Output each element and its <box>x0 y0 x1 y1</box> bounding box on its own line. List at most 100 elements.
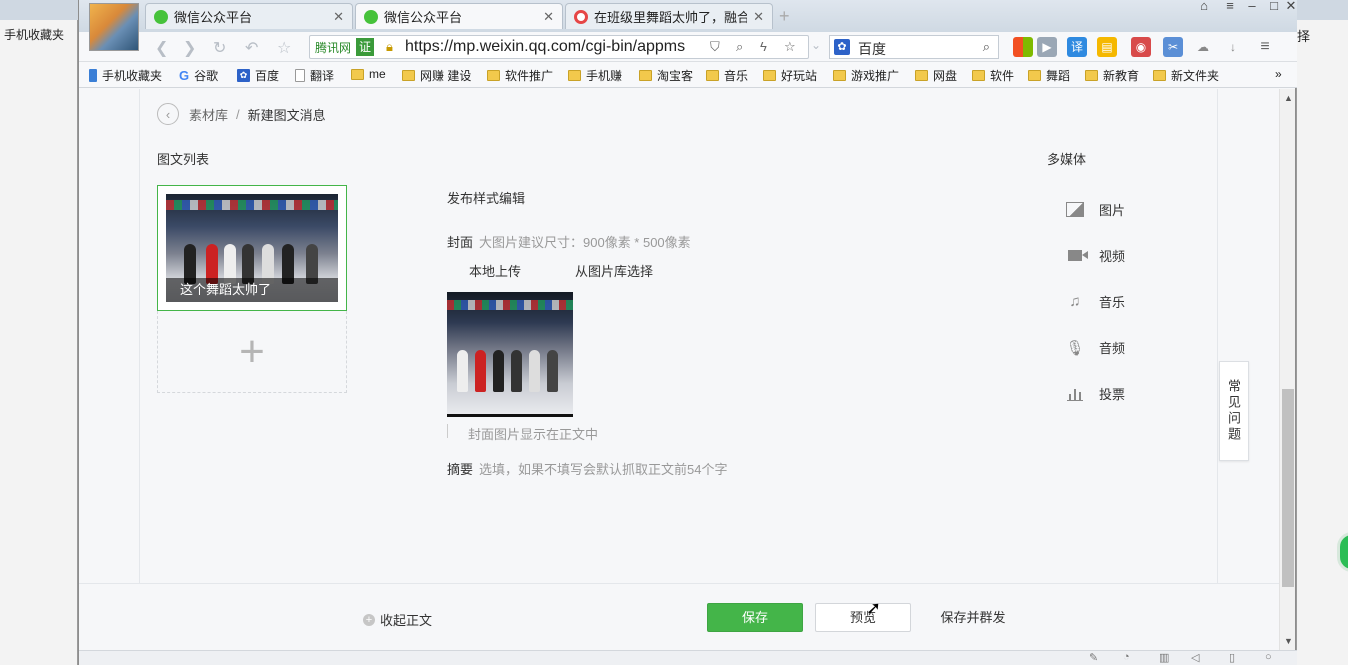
page-viewport: ‹ 素材库 / 新建图文消息 图文列表 这个舞蹈太帅了 + 发布样式编辑 封面 <box>79 89 1279 649</box>
back-circle-icon[interactable]: ‹ <box>157 103 179 125</box>
search-box[interactable]: ✿ 百度 ⌕ <box>829 35 999 59</box>
favorite-folder[interactable]: 新文件夹 <box>1153 67 1219 84</box>
background-titlebar <box>0 0 78 20</box>
tab-video[interactable]: 在班级里舞蹈太帅了，融合好 ✕ <box>565 3 773 29</box>
favorite-folder[interactable]: 淘宝客 <box>639 67 693 84</box>
scroll-up-icon[interactable]: ▲ <box>1284 93 1293 103</box>
certificate-icon[interactable]: 证 <box>356 38 374 56</box>
choose-from-library-button[interactable]: 从图片库选择 <box>575 261 653 280</box>
breadcrumb-current: 新建图文消息 <box>247 107 326 123</box>
translate-icon[interactable]: 译 <box>1067 37 1087 57</box>
user-avatar[interactable] <box>89 3 139 51</box>
scroll-down-icon[interactable]: ▼ <box>1284 636 1293 646</box>
tab-wechat-1[interactable]: 微信公众平台 ✕ <box>145 3 353 29</box>
favorite-folder[interactable]: 游戏推广 <box>833 67 899 84</box>
media-label: 投票 <box>1099 387 1126 402</box>
menu-icon[interactable]: ≡ <box>1219 0 1241 12</box>
save-button[interactable]: 保存 <box>707 603 803 632</box>
favorite-folder[interactable]: 软件推广 <box>487 67 553 84</box>
media-item-image[interactable]: 图片 <box>1065 200 1125 219</box>
shield-icon[interactable]: ⛉ <box>710 39 720 55</box>
baidu-icon: ✿ <box>237 69 250 82</box>
folder-icon <box>915 70 928 81</box>
tab-wechat-2[interactable]: 微信公众平台 ✕ <box>355 3 563 29</box>
apps-icon[interactable] <box>1013 37 1033 57</box>
home-icon[interactable]: ⌂ <box>1193 0 1215 12</box>
favorite-google[interactable]: G 谷歌 <box>179 67 218 84</box>
shield-ext-icon[interactable]: ◉ <box>1131 37 1151 57</box>
media-label: 图片 <box>1099 203 1126 218</box>
favorite-folder[interactable]: 舞蹈 <box>1028 67 1070 84</box>
media-item-audio[interactable]: 🎙︎ 音频 <box>1065 338 1125 357</box>
tab-label: 微信公众平台 <box>174 10 253 25</box>
favorite-folder[interactable]: 好玩站 <box>763 67 817 84</box>
favorite-folder[interactable]: me <box>351 67 386 81</box>
media-item-vote[interactable]: 投票 <box>1065 384 1125 403</box>
collapse-body-button[interactable]: + 收起正文 <box>363 610 432 629</box>
trash-icon[interactable]: ▥ <box>1159 651 1169 664</box>
lightning-icon[interactable]: ϟ <box>760 39 767 54</box>
favorite-folder[interactable]: 手机赚 <box>568 67 622 84</box>
undo-icon[interactable]: ↶ <box>245 38 258 58</box>
bookmark-star-icon[interactable]: ☆ <box>784 39 796 55</box>
background-favorite: 手机收藏夹 <box>4 28 65 42</box>
wechat-icon <box>364 9 378 24</box>
zoom-icon[interactable]: ⌕ <box>736 39 743 55</box>
preview-button[interactable]: 预览 <box>815 603 911 632</box>
figure <box>457 350 468 392</box>
scrollbar-thumb[interactable] <box>1282 389 1294 587</box>
upload-local-button[interactable]: 本地上传 <box>469 261 521 280</box>
cover-in-body-checkbox[interactable] <box>447 424 448 438</box>
settings-menu-icon[interactable]: ≡ <box>1255 37 1275 57</box>
speed-icon[interactable]: ◔ <box>1123 651 1130 663</box>
refresh-icon[interactable]: ↻ <box>213 38 226 58</box>
favorite-folder[interactable]: 网盘 <box>915 67 957 84</box>
folder-icon <box>1028 70 1041 81</box>
star-icon[interactable]: ☆ <box>277 38 291 58</box>
save-and-mass-send-button[interactable]: 保存并群发 <box>933 603 1013 632</box>
favorites-more-button[interactable]: » <box>1275 67 1282 81</box>
media-item-video[interactable]: 视频 <box>1065 246 1125 265</box>
notification-icon[interactable]: ▤ <box>1097 37 1117 57</box>
favorite-baidu[interactable]: ✿ 百度 <box>237 67 279 84</box>
cover-label: 封面 <box>447 235 474 250</box>
cloud-icon[interactable]: ☁ <box>1193 37 1213 57</box>
window-icon[interactable]: ▯ <box>1229 651 1235 664</box>
close-window-icon[interactable]: ✕ <box>1285 0 1297 12</box>
scrollbar[interactable]: ▲ ▼ <box>1279 89 1295 650</box>
tab-label: 微信公众平台 <box>384 10 463 25</box>
search-icon[interactable]: ⌕ <box>983 39 990 55</box>
add-article-button[interactable]: + <box>157 311 347 393</box>
favorite-mobile[interactable]: 手机收藏夹 <box>89 67 162 84</box>
zoom-status-icon[interactable]: ○ <box>1265 651 1272 663</box>
favorite-translate[interactable]: 翻译 <box>295 67 334 84</box>
close-icon[interactable]: ✕ <box>333 9 344 25</box>
minimize-icon[interactable]: – <box>1241 0 1263 12</box>
download-icon[interactable]: ↓ <box>1223 37 1243 57</box>
abstract-input[interactable]: 选填，如果不填写会默认抓取正文前54个字 <box>479 459 727 478</box>
screenshot-icon[interactable]: ✂ <box>1163 37 1183 57</box>
article-card[interactable]: 这个舞蹈太帅了 <box>157 185 347 311</box>
maximize-icon[interactable]: □ <box>1263 0 1285 12</box>
close-icon[interactable]: ✕ <box>543 9 554 25</box>
new-tab-button[interactable]: + <box>779 6 790 27</box>
favorite-folder[interactable]: 网赚 建设 <box>402 67 471 84</box>
media-player-icon[interactable]: ▶ <box>1037 37 1057 57</box>
favorite-folder[interactable]: 音乐 <box>706 67 748 84</box>
url-text[interactable]: https://mp.weixin.qq.com/cgi-bin/appms <box>405 38 705 56</box>
breadcrumb-parent[interactable]: 素材库 <box>189 105 228 124</box>
forward-icon[interactable]: ❯ <box>183 38 196 58</box>
status-bar: ✎ ◔ ▥ ◁ ▯ ○ <box>79 650 1297 665</box>
faq-tab[interactable]: 常见问题 <box>1219 361 1249 461</box>
cover-in-body-label[interactable]: 封面图片显示在正文中 <box>468 424 598 443</box>
address-bar[interactable]: 腾讯网 证 🔒︎ https://mp.weixin.qq.com/cgi-bi… <box>309 35 809 59</box>
favorite-folder[interactable]: 新教育 <box>1085 67 1139 84</box>
volume-icon[interactable]: ◁ <box>1191 651 1199 664</box>
back-icon[interactable]: ❮ <box>155 38 168 58</box>
media-item-music[interactable]: ♫ 音乐 <box>1065 292 1125 311</box>
favorite-folder[interactable]: 软件 <box>972 67 1014 84</box>
tool-icon[interactable]: ✎ <box>1089 651 1098 664</box>
dropdown-icon[interactable]: ⌄ <box>811 38 821 52</box>
close-icon[interactable]: ✕ <box>753 9 764 25</box>
folder-icon <box>763 70 776 81</box>
